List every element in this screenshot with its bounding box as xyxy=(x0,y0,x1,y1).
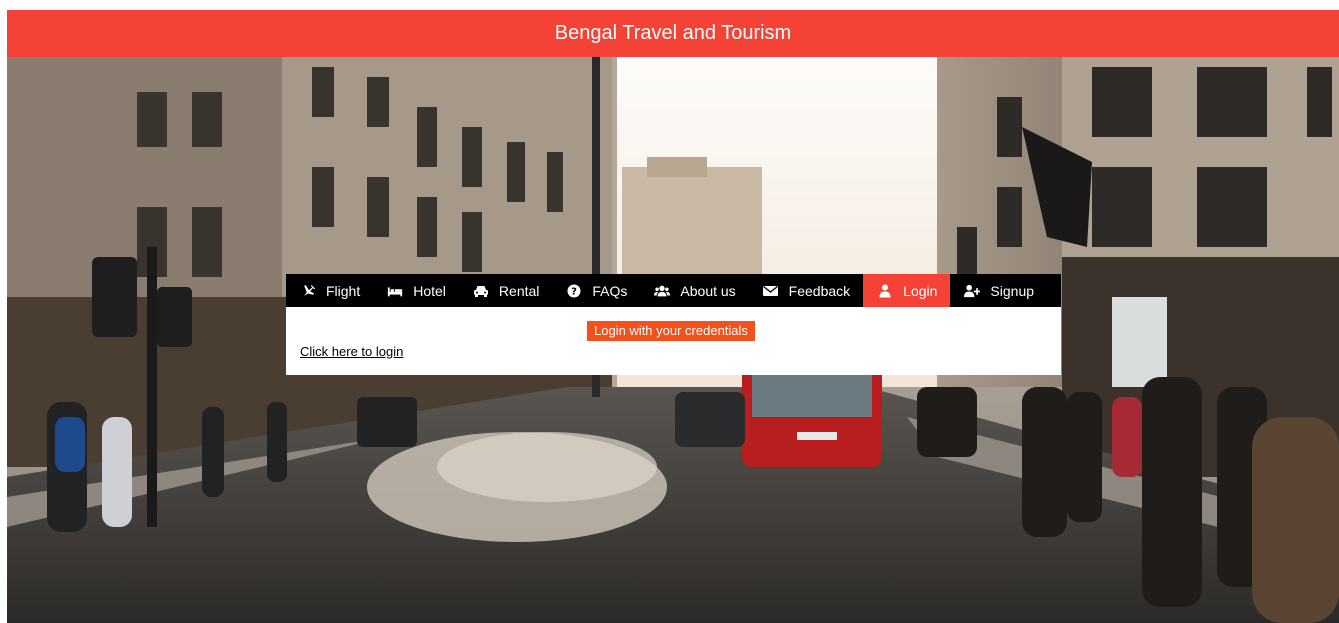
site-header: Bengal Travel and Tourism xyxy=(7,10,1339,57)
plane-icon xyxy=(300,283,316,299)
login-link[interactable]: Click here to login xyxy=(300,344,403,359)
nav-label: Login xyxy=(903,282,938,299)
nav-label: Signup xyxy=(990,282,1035,299)
user-plus-icon xyxy=(964,283,981,299)
main-navbar: Flight Hotel Rental ? FAQs About us Feed… xyxy=(286,274,1061,307)
nav-item-hotel[interactable]: Hotel xyxy=(373,274,459,307)
nav-item-about-us[interactable]: About us xyxy=(640,274,748,307)
nav-label: Flight xyxy=(326,282,361,299)
nav-item-signup[interactable]: Signup xyxy=(950,274,1047,307)
nav-label: Hotel xyxy=(413,282,446,299)
users-icon xyxy=(654,283,671,299)
question-circle-icon: ? xyxy=(566,283,582,299)
nav-item-feedback[interactable]: Feedback xyxy=(749,274,863,307)
bed-icon xyxy=(387,283,403,299)
nav-label: FAQs xyxy=(592,282,628,299)
nav-label: Rental xyxy=(498,282,540,299)
nav-item-login[interactable]: Login xyxy=(863,274,951,307)
login-notice-badge: Login with your credentials xyxy=(587,321,755,341)
nav-item-faqs[interactable]: ? FAQs xyxy=(552,274,640,307)
car-icon xyxy=(473,283,489,299)
svg-text:?: ? xyxy=(571,286,577,297)
site-title: Bengal Travel and Tourism xyxy=(554,22,792,44)
page: Bengal Travel and Tourism Flight Hotel R… xyxy=(0,0,1339,623)
nav-item-rental[interactable]: Rental xyxy=(459,274,552,307)
envelope-icon xyxy=(763,283,779,299)
nav-label: Feedback xyxy=(788,282,851,299)
nav-item-flight[interactable]: Flight xyxy=(286,274,373,307)
user-icon xyxy=(877,283,893,299)
login-card: Flight Hotel Rental ? FAQs About us Feed… xyxy=(286,274,1061,375)
nav-label: About us xyxy=(680,282,736,299)
